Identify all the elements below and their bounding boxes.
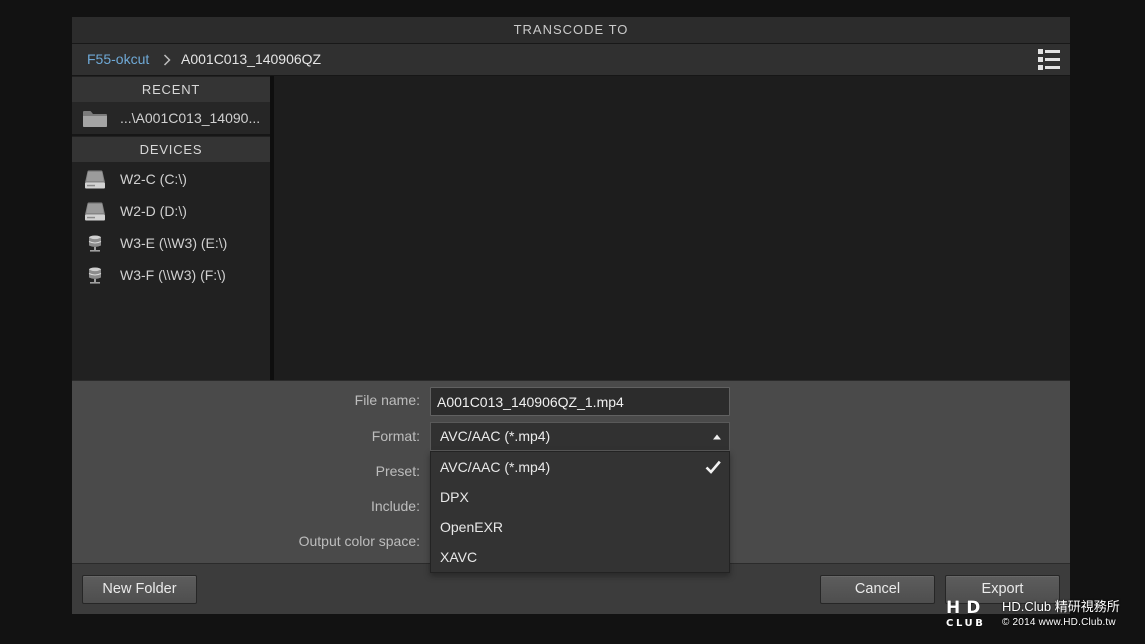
- format-option-label: AVC/AAC (*.mp4): [440, 459, 551, 475]
- sidebar-item-label: W2-D (D:\): [120, 203, 187, 219]
- sidebar-header-devices: DEVICES: [72, 137, 270, 162]
- transcode-dialog: TRANSCODE TO F55-okcut A001C013_140906QZ…: [72, 17, 1070, 614]
- format-option-dpx[interactable]: DPX: [431, 482, 729, 512]
- format-options-list: AVC/AAC (*.mp4) DPX OpenEXR XAVC: [430, 451, 730, 573]
- sidebar-item-label: W3-E (\\W3) (E:\): [120, 235, 228, 251]
- caret-up-icon: [713, 434, 721, 440]
- format-option-label: DPX: [440, 489, 469, 505]
- sidebar-item-recent-folder[interactable]: ...\A001C013_14090...: [72, 102, 270, 136]
- format-label: Format:: [371, 428, 420, 444]
- breadcrumb: F55-okcut A001C013_140906QZ: [72, 44, 1070, 76]
- list-view-button[interactable]: [1038, 49, 1060, 70]
- folder-icon: [82, 110, 108, 128]
- format-option-xavc[interactable]: XAVC: [431, 542, 729, 572]
- file-name-label: File name:: [354, 392, 420, 408]
- cancel-button[interactable]: Cancel: [820, 575, 935, 604]
- list-view-icon: [1038, 49, 1060, 70]
- breadcrumb-item-current: A001C013_140906QZ: [181, 51, 322, 67]
- format-option-openexr[interactable]: OpenEXR: [431, 512, 729, 542]
- sidebar-item-w2-d[interactable]: W2-D (D:\): [72, 195, 270, 227]
- file-name-input[interactable]: [430, 387, 730, 416]
- sidebar: RECENT ...\A001C013_14090... DEVICES W2-…: [72, 76, 270, 380]
- hard-drive-icon: [84, 202, 106, 221]
- hdclub-logo: HD CLUB: [946, 598, 986, 628]
- logo-mark-text: HD: [946, 598, 986, 618]
- output-color-space-label: Output color space:: [298, 533, 420, 549]
- breadcrumb-item-parent[interactable]: F55-okcut: [87, 44, 149, 75]
- preset-label: Preset:: [375, 463, 420, 479]
- sidebar-item-label: W2-C (C:\): [120, 171, 187, 187]
- sidebar-item-label: ...\A001C013_14090...: [120, 110, 261, 126]
- format-option-label: XAVC: [440, 549, 478, 565]
- format-option-avc-aac[interactable]: AVC/AAC (*.mp4): [431, 452, 729, 482]
- format-option-label: OpenEXR: [440, 519, 504, 535]
- hard-drive-icon: [84, 170, 106, 189]
- new-folder-button[interactable]: New Folder: [82, 575, 197, 604]
- sidebar-item-w3-e[interactable]: W3-E (\\W3) (E:\): [72, 227, 270, 259]
- logo-sub-text: CLUB: [946, 618, 986, 628]
- file-list-pane: [274, 76, 1070, 380]
- sidebar-header-recent: RECENT: [72, 77, 270, 102]
- sidebar-item-label: W3-F (\\W3) (F:\): [120, 267, 226, 283]
- format-selected-value: AVC/AAC (*.mp4): [440, 428, 551, 444]
- network-drive-icon: [88, 267, 102, 284]
- watermark-brand: HD.Club 精研視務所: [1002, 599, 1120, 614]
- sidebar-item-w3-f[interactable]: W3-F (\\W3) (F:\): [72, 259, 270, 291]
- checkmark-icon: [705, 460, 721, 474]
- format-dropdown[interactable]: AVC/AAC (*.mp4): [430, 422, 730, 451]
- sidebar-item-w2-c[interactable]: W2-C (C:\): [72, 163, 270, 195]
- network-drive-icon: [88, 235, 102, 252]
- watermark-copyright: © 2014 www.HD.Club.tw: [1002, 617, 1116, 628]
- chevron-right-icon: [163, 54, 171, 66]
- include-label: Include:: [370, 498, 420, 514]
- dialog-title: TRANSCODE TO: [72, 17, 1070, 44]
